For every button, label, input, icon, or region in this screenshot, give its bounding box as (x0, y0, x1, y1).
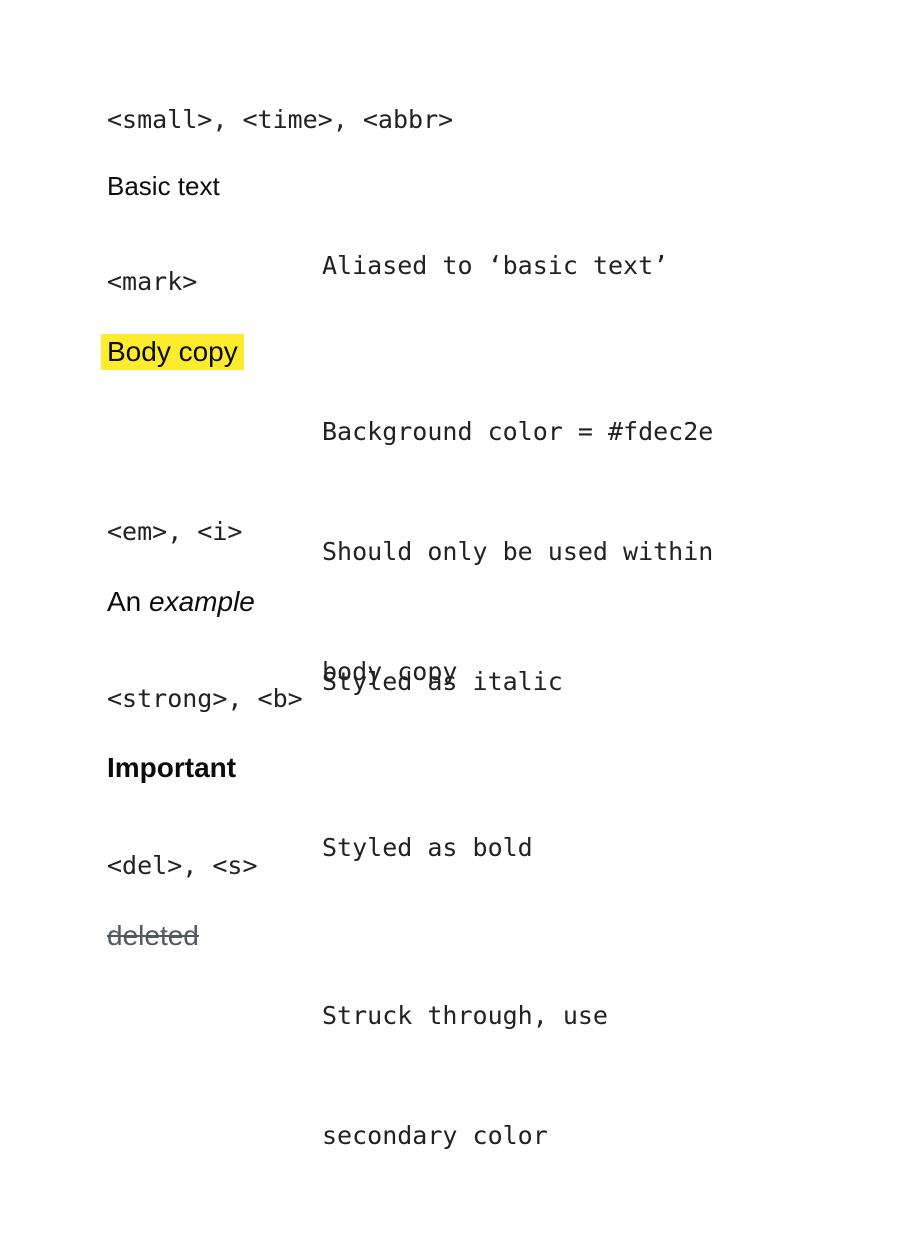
tag-heading: <strong>, <b> (107, 684, 303, 713)
tag-heading: <mark> (107, 267, 198, 296)
tag-heading: <del>, <s> (107, 851, 258, 880)
example-deleted: deleted (107, 920, 199, 951)
description-line: Struck through, use (322, 1001, 608, 1030)
example-row: deleted Struck through, use secondary co… (107, 916, 827, 1236)
section-del-s: <del>, <s> deleted Struck through, use s… (107, 846, 827, 1236)
example-italic-word: example (149, 586, 255, 617)
example-basic-text: Basic text (107, 171, 220, 201)
tag-heading: <small>, <time>, <abbr> (107, 105, 454, 134)
tag-heading: <em>, <i> (107, 517, 243, 546)
highlighted-body-copy: Body copy (101, 334, 244, 370)
description-line: Background color = #fdec2e (322, 417, 714, 446)
description: Struck through, use secondary color (322, 916, 827, 1236)
example-bold: Important (107, 752, 237, 783)
example-prefix: An (107, 586, 150, 617)
example-mark: Body copy (101, 332, 244, 372)
description-line: secondary color (322, 1121, 548, 1150)
example-italic: An example (107, 582, 255, 622)
